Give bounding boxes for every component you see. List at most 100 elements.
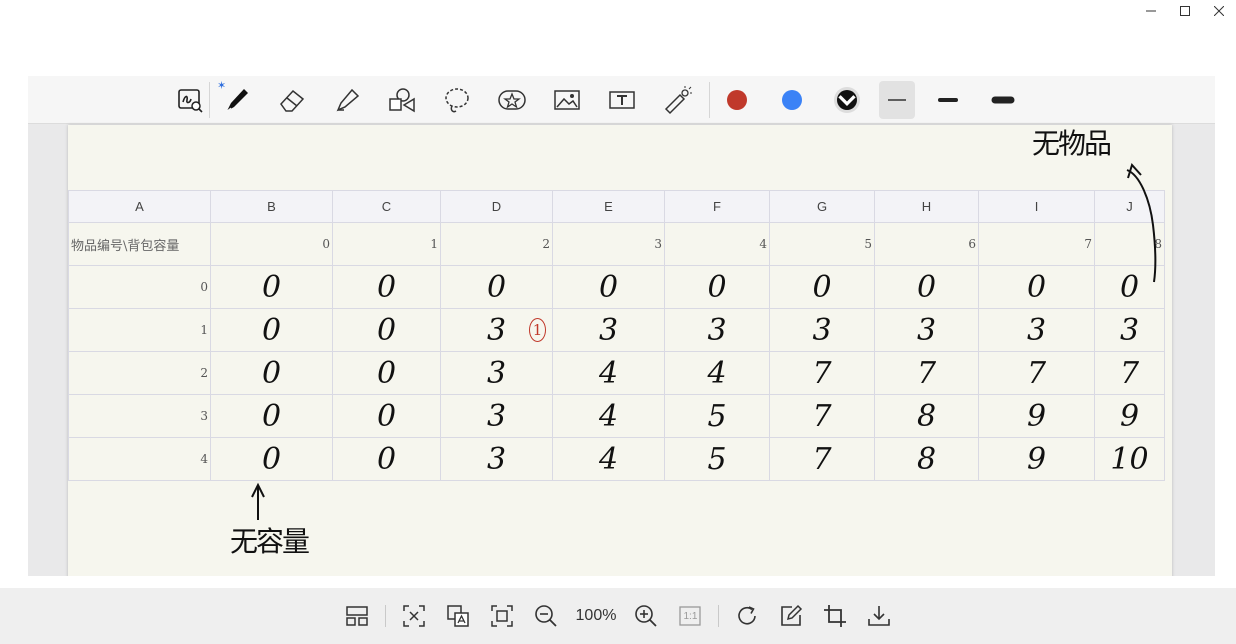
- stroke-thin-button[interactable]: [879, 80, 915, 119]
- annotation-no-capacity: 无容量: [230, 525, 310, 558]
- dp-value-cell: 7: [769, 351, 875, 395]
- minimize-button[interactable]: [1134, 0, 1168, 22]
- dp-value-cell: 0: [978, 265, 1095, 309]
- dp-value: 0: [376, 312, 397, 348]
- dp-value-cell: 3: [1094, 308, 1165, 352]
- dp-value-cell: 0: [552, 265, 665, 309]
- sticker-button[interactable]: [489, 81, 534, 119]
- dp-value-cell: 3: [552, 308, 665, 352]
- dp-value-cell: 0: [332, 437, 441, 481]
- dp-value: 3: [598, 312, 619, 348]
- download-button[interactable]: [859, 598, 899, 634]
- text-icon: [608, 90, 635, 109]
- stroke-thick-button[interactable]: [980, 81, 1025, 119]
- stroke-medium-button[interactable]: [925, 81, 970, 119]
- color-red-button[interactable]: [714, 81, 759, 119]
- shapes-button[interactable]: [379, 81, 424, 119]
- dp-value-cell: 3: [664, 308, 770, 352]
- toolbar-divider: [209, 81, 210, 118]
- capacity-cell: 3: [552, 222, 665, 266]
- dp-value-cell: 4: [552, 394, 665, 438]
- color-black-button[interactable]: [824, 81, 869, 119]
- spreadsheet: A B C D E F G H I J 物品编号\背包容量 0 1 2 3 4 …: [68, 190, 1165, 481]
- dp-value-cell: 7: [769, 394, 875, 438]
- zoom-out-icon: [534, 605, 557, 627]
- dp-value: 0: [261, 312, 282, 348]
- rotate-button[interactable]: [727, 598, 767, 634]
- laser-pointer-button[interactable]: [654, 81, 699, 119]
- dp-value: 0: [376, 355, 397, 391]
- dp-value: 4: [707, 355, 727, 391]
- dp-value: 3: [486, 355, 507, 391]
- dp-value: 0: [1026, 269, 1047, 305]
- dp-value: 9: [1119, 398, 1140, 434]
- maximize-button[interactable]: [1168, 0, 1202, 22]
- highlighter-icon: [336, 88, 359, 111]
- shapes-icon: [388, 87, 415, 112]
- dp-value-cell: 4: [552, 437, 665, 481]
- dp-value-cell: 0: [332, 394, 441, 438]
- dp-value: 4: [598, 398, 619, 434]
- item-index-cell: 3: [68, 394, 211, 438]
- download-icon: [868, 606, 891, 626]
- dp-value: 8: [916, 398, 937, 434]
- translate-button[interactable]: [438, 598, 478, 634]
- column-header: A: [68, 190, 211, 223]
- window-controls: [1134, 0, 1236, 22]
- layout-button[interactable]: [337, 598, 377, 634]
- dp-value-cell: 3: [440, 394, 553, 438]
- lasso-button[interactable]: [434, 81, 479, 119]
- table-row: 0 0 0 0 0 0 0 0 0 0: [68, 265, 1165, 309]
- dp-value-cell: 3: [440, 351, 553, 395]
- zoom-level: 100%: [575, 607, 617, 624]
- color-blue-button[interactable]: [769, 81, 814, 119]
- edit-button[interactable]: [771, 598, 811, 634]
- toolbar-divider: [384, 605, 386, 627]
- dp-value: 7: [812, 398, 832, 434]
- crop-button[interactable]: [815, 598, 855, 634]
- dp-value-cell: 10: [1094, 437, 1165, 481]
- table-row: 4 0 0 3 4 5 7 8 9 10: [68, 437, 1165, 481]
- image-icon: [553, 89, 580, 110]
- toolbar-divider: [709, 81, 710, 118]
- pen-button[interactable]: ✶: [214, 80, 259, 119]
- actual-size-button[interactable]: 1:1: [670, 598, 710, 634]
- sticker-icon: [497, 89, 526, 110]
- eraser-button[interactable]: [269, 81, 314, 119]
- dp-value: 0: [261, 441, 282, 477]
- translate-icon: [446, 605, 469, 627]
- item-index-cell: 4: [68, 437, 211, 481]
- highlighter-button[interactable]: [324, 81, 369, 119]
- dp-value: 0: [916, 269, 937, 305]
- dp-value-cell: 0: [332, 351, 441, 395]
- column-header: I: [978, 190, 1095, 223]
- rotate-icon: [738, 606, 757, 625]
- extract-text-button[interactable]: [394, 598, 434, 634]
- fit-screen-button[interactable]: [482, 598, 522, 634]
- screenshot-search-button[interactable]: [173, 81, 207, 119]
- edit-icon: [781, 604, 803, 626]
- zoom-out-button[interactable]: [526, 598, 566, 634]
- dp-value: 4: [598, 355, 619, 391]
- item-index-cell: 2: [68, 351, 211, 395]
- dp-value: 3: [486, 312, 507, 348]
- dp-value: 0: [598, 269, 619, 305]
- dp-value: 0: [812, 269, 832, 305]
- document-page: A B C D E F G H I J 物品编号\背包容量 0 1 2 3 4 …: [68, 125, 1172, 576]
- dp-value: 3: [486, 398, 507, 434]
- column-header: E: [552, 190, 665, 223]
- column-header: H: [874, 190, 979, 223]
- crop-icon: [824, 605, 847, 627]
- table-row: 2 0 0 3 4 4 7 7 7 7: [68, 351, 1165, 395]
- dp-value: 0: [1119, 269, 1140, 305]
- close-button[interactable]: [1202, 0, 1236, 22]
- zoom-in-button[interactable]: [626, 598, 666, 634]
- dp-value-cell: 0: [332, 308, 441, 352]
- red-swatch: [726, 89, 747, 110]
- text-button[interactable]: [599, 81, 644, 119]
- dp-value: 0: [376, 269, 397, 305]
- lasso-icon: [444, 87, 469, 112]
- image-button[interactable]: [544, 81, 589, 119]
- dp-value: 8: [916, 441, 937, 477]
- dp-value-cell: 7: [874, 351, 979, 395]
